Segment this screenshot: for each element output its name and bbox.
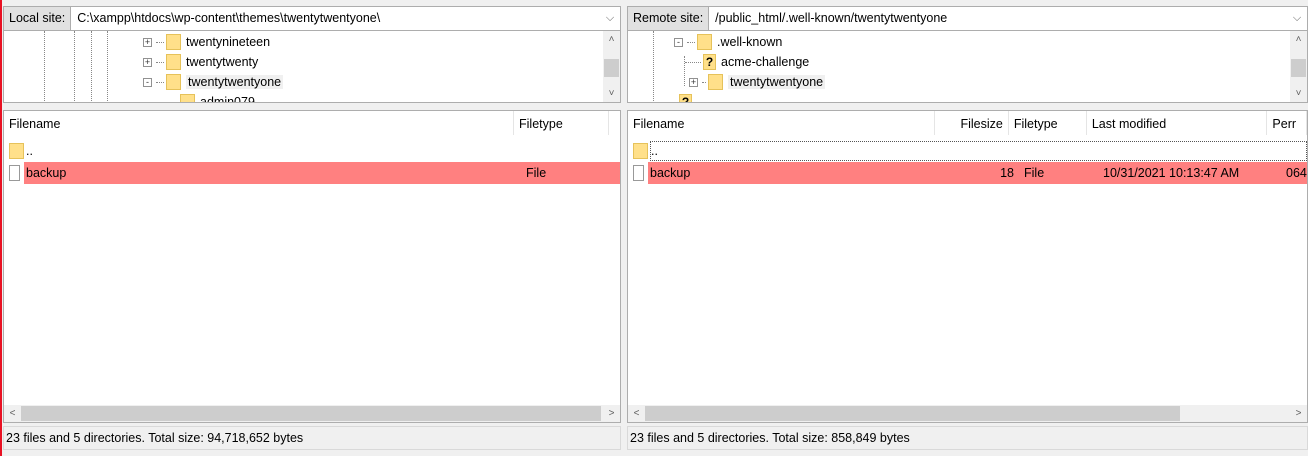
tree-node[interactable]: - .well-known <box>674 32 782 52</box>
remote-file-list: ^ Filename Filesize Filetype Last modifi… <box>627 110 1308 423</box>
collapse-icon[interactable]: - <box>674 37 683 47</box>
tree-line <box>107 31 108 102</box>
remote-site-bar: Remote site: /public_html/.well-known/tw… <box>627 6 1308 31</box>
folder-icon <box>166 34 181 50</box>
unknown-folder-icon: ? <box>679 94 692 102</box>
tree-node-selected[interactable]: + twentytwentyone <box>689 72 826 92</box>
scroll-thumb[interactable] <box>645 406 1180 421</box>
folder-icon <box>697 34 712 50</box>
scroll-left-icon[interactable]: < <box>4 405 21 422</box>
expand-icon[interactable]: + <box>689 77 698 87</box>
expand-icon[interactable]: + <box>143 37 152 47</box>
column-filename[interactable]: Filename <box>4 111 514 135</box>
column-last-modified[interactable]: Last modified <box>1087 111 1268 135</box>
tree-node[interactable]: ? acme-challenge <box>685 52 809 72</box>
scroll-thumb[interactable] <box>1291 59 1306 77</box>
list-header: Filename Filesize Filetype Last modified… <box>628 111 1307 135</box>
scroll-down-icon[interactable]: ˅ <box>1290 85 1307 102</box>
local-directory-tree: + twentynineteen + twentytwenty - twentytwe… <box>3 31 621 103</box>
folder-icon <box>633 143 648 159</box>
file-icon <box>633 165 644 181</box>
scroll-up-icon[interactable]: ˄ <box>1290 31 1307 48</box>
unknown-folder-icon: ? <box>703 54 716 70</box>
tree-node-selected[interactable]: - twentytwentyone <box>143 72 284 92</box>
tree-line <box>44 31 45 102</box>
folder-icon <box>166 74 181 90</box>
expand-icon[interactable]: + <box>143 57 152 67</box>
column-filetype[interactable]: Filetype <box>1009 111 1087 135</box>
remote-path-input[interactable]: /public_html/.well-known/twentytwentyone <box>709 7 1287 30</box>
list-header: Filename Filetype <box>4 111 620 135</box>
remote-status-bar: 23 files and 5 directories. Total size: … <box>627 426 1308 450</box>
tree-node[interactable]: + twentynineteen <box>143 32 270 52</box>
horizontal-scrollbar[interactable]: < > <box>4 405 620 422</box>
horizontal-scrollbar[interactable]: < > <box>628 405 1307 422</box>
chevron-down-icon[interactable]: ⌵ <box>1287 7 1307 30</box>
scroll-left-icon[interactable]: < <box>628 405 645 422</box>
scroll-down-icon[interactable]: ˅ <box>603 85 620 102</box>
tree-node[interactable]: admin079 <box>162 92 255 102</box>
folder-icon <box>166 54 181 70</box>
chevron-down-icon[interactable]: ⌵ <box>600 7 620 30</box>
scroll-thumb[interactable] <box>21 406 601 421</box>
local-pane: Local site: C:\xampp\htdocs\wp-content\t… <box>3 6 621 450</box>
scroll-right-icon[interactable]: > <box>1290 405 1307 422</box>
list-item[interactable]: backup 18 File 10/31/2021 10:13:47 AM 064 <box>628 162 1307 184</box>
column-filename[interactable]: Filename <box>628 111 935 135</box>
folder-icon <box>180 94 195 102</box>
scroll-thumb[interactable] <box>604 59 619 77</box>
tree-scrollbar[interactable]: ˄ ˅ <box>603 31 620 102</box>
file-icon <box>9 165 20 181</box>
list-item[interactable]: .. <box>4 140 620 162</box>
column-permissions[interactable]: Perr <box>1267 111 1307 135</box>
tree-line <box>74 31 75 102</box>
folder-icon <box>708 74 723 90</box>
local-status-bar: 23 files and 5 directories. Total size: … <box>3 426 621 450</box>
tree-scrollbar[interactable]: ˄ ˅ <box>1290 31 1307 102</box>
remote-pane: Remote site: /public_html/.well-known/tw… <box>627 6 1308 450</box>
remote-directory-tree: - .well-known ? acme-challenge + twentytwen… <box>627 31 1308 103</box>
tree-node[interactable]: ? <box>655 92 697 102</box>
scroll-up-icon[interactable]: ˄ <box>603 31 620 48</box>
list-item[interactable]: .. <box>628 140 1307 162</box>
local-site-label: Local site: <box>4 7 72 30</box>
local-site-bar: Local site: C:\xampp\htdocs\wp-content\t… <box>3 6 621 31</box>
window-edge <box>0 0 2 456</box>
collapse-icon[interactable]: - <box>143 77 152 87</box>
column-filetype[interactable]: Filetype <box>514 111 609 135</box>
scroll-right-icon[interactable]: > <box>603 405 620 422</box>
local-file-list: ^ Filename Filetype .. backupFile <> <box>3 110 621 423</box>
column-filesize[interactable]: Filesize <box>935 111 1009 135</box>
list-item[interactable]: backup File <box>4 162 620 184</box>
tree-line <box>653 31 654 102</box>
tree-node[interactable]: + twentytwenty <box>143 52 258 72</box>
remote-site-label: Remote site: <box>628 7 710 30</box>
local-path-input[interactable]: C:\xampp\htdocs\wp-content\themes\twenty… <box>71 7 600 30</box>
folder-icon <box>9 143 24 159</box>
tree-line <box>91 31 92 102</box>
